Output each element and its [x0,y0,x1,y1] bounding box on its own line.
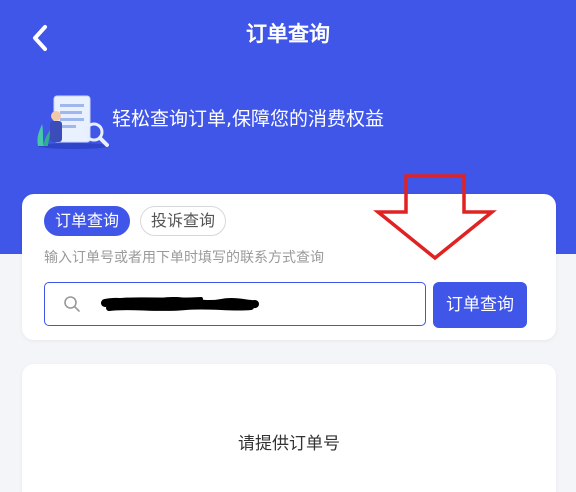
banner-text: 轻松查询订单,保障您的消费权益 [112,108,385,130]
query-tabs: 订单查询 投诉查询 [44,206,227,236]
redaction-scribble [101,297,259,311]
result-card: 请提供订单号 [22,364,556,492]
tab-complaint-query[interactable]: 投诉查询 [140,206,227,236]
page-title: 订单查询 [246,22,330,46]
search-field[interactable] [44,282,426,326]
document-search-icon [37,95,110,149]
empty-state-text: 请提供订单号 [238,434,340,454]
search-icon [64,296,80,312]
search-hint: 输入订单号或者用下单时填写的联系方式查询 [44,250,324,266]
red-down-arrow-annotation [373,174,497,261]
tab-order-query[interactable]: 订单查询 [44,206,131,236]
order-query-button[interactable]: 订单查询 [433,282,527,328]
